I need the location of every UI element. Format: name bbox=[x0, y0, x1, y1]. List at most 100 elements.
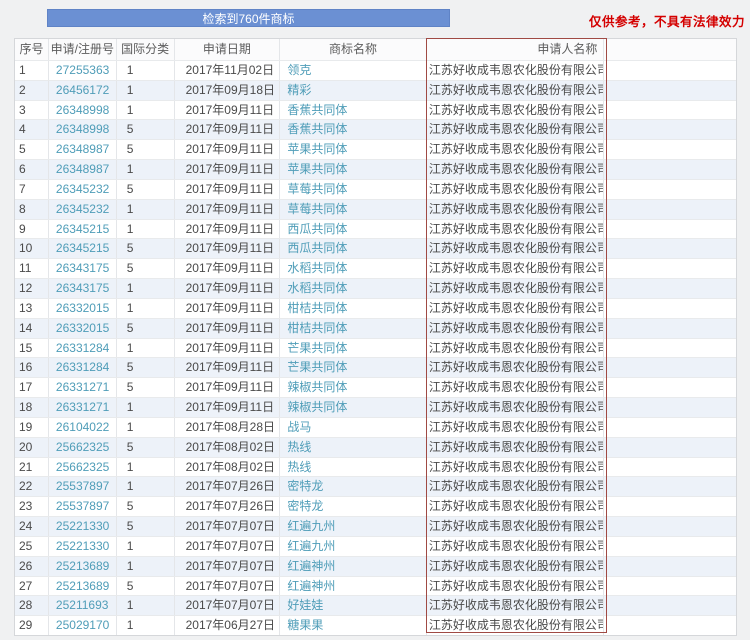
trademark-name-link[interactable]: 西瓜共同体 bbox=[280, 219, 427, 239]
registration-number-link[interactable]: 26343175 bbox=[49, 279, 117, 298]
registration-number-link[interactable]: 26104022 bbox=[49, 417, 117, 437]
registration-number-link[interactable]: 25662325 bbox=[49, 457, 117, 477]
trademark-name-link[interactable]: 柑桔共同体 bbox=[280, 318, 427, 338]
trademark-name-link[interactable]: 红遍九州 bbox=[280, 536, 427, 556]
trademark-name-link[interactable]: 红遍九州 bbox=[280, 517, 427, 536]
empty-cell bbox=[604, 120, 736, 139]
registration-number-link[interactable]: 26345215 bbox=[49, 219, 117, 239]
trademark-name-link[interactable]: 好娃娃 bbox=[280, 596, 427, 616]
registration-number-link[interactable]: 26348998 bbox=[49, 100, 117, 120]
trademark-name-link[interactable]: 红遍神州 bbox=[280, 556, 427, 576]
empty-cell bbox=[604, 61, 736, 80]
empty-cell bbox=[604, 497, 736, 516]
trademark-name-link[interactable]: 辣椒共同体 bbox=[280, 378, 427, 398]
trademark-name-link[interactable]: 糖果果 bbox=[280, 616, 427, 636]
trademark-name-link[interactable]: 精彩 bbox=[280, 80, 427, 100]
trademark-name-link[interactable]: 苹果共同体 bbox=[280, 140, 427, 160]
table-row: 2 26456172 1 2017年09月18日 精彩 江苏好收成韦恩农化股份有限公司 bbox=[15, 79, 736, 100]
registration-number-link[interactable]: 26348998 bbox=[49, 120, 117, 140]
trademark-name-link[interactable]: 热线 bbox=[280, 437, 427, 457]
applicant-cell: 江苏好收成韦恩农化股份有限公司 bbox=[427, 318, 605, 338]
registration-number-link[interactable]: 26348987 bbox=[49, 160, 117, 179]
serial-cell: 16 bbox=[15, 358, 49, 378]
date-cell: 2017年11月02日 bbox=[175, 61, 281, 80]
table-header-row: 序号 申请/注册号 国际分类 申请日期 商标名称 申请人名称 bbox=[15, 39, 736, 60]
serial-cell: 29 bbox=[15, 616, 49, 636]
registration-number-link[interactable]: 25221330 bbox=[49, 517, 117, 536]
date-cell: 2017年09月11日 bbox=[175, 279, 281, 298]
header-registration-number: 申请/注册号 bbox=[49, 39, 117, 60]
registration-number-link[interactable]: 25213689 bbox=[49, 576, 117, 596]
date-cell: 2017年09月11日 bbox=[175, 160, 281, 179]
trademark-name-link[interactable]: 水稻共同体 bbox=[280, 259, 427, 279]
registration-number-link[interactable]: 25211693 bbox=[49, 596, 117, 616]
applicant-cell: 江苏好收成韦恩农化股份有限公司 bbox=[427, 616, 605, 636]
serial-cell: 8 bbox=[15, 199, 49, 219]
registration-number-link[interactable]: 25662325 bbox=[49, 437, 117, 457]
date-cell: 2017年08月02日 bbox=[175, 457, 281, 477]
class-cell: 1 bbox=[117, 457, 175, 477]
date-cell: 2017年07月26日 bbox=[175, 497, 281, 517]
empty-cell bbox=[604, 160, 736, 179]
serial-cell: 22 bbox=[15, 477, 49, 497]
applicant-cell: 江苏好收成韦恩农化股份有限公司 bbox=[427, 517, 605, 536]
registration-number-link[interactable]: 26332015 bbox=[49, 298, 117, 318]
trademark-name-link[interactable]: 香蕉共同体 bbox=[280, 100, 427, 120]
trademark-name-link[interactable]: 芒果共同体 bbox=[280, 338, 427, 358]
registration-number-link[interactable]: 25221330 bbox=[49, 536, 117, 556]
registration-number-link[interactable]: 26331284 bbox=[49, 358, 117, 378]
registration-number-link[interactable]: 27255363 bbox=[49, 61, 117, 80]
empty-cell bbox=[604, 616, 736, 635]
class-cell: 1 bbox=[117, 417, 175, 437]
class-cell: 5 bbox=[117, 140, 175, 160]
class-cell: 5 bbox=[117, 239, 175, 259]
registration-number-link[interactable]: 25029170 bbox=[49, 616, 117, 636]
table-row: 8 26345232 1 2017年09月11日 草莓共同体 江苏好收成韦恩农化股份有限公… bbox=[15, 198, 736, 219]
empty-cell bbox=[604, 279, 736, 298]
trademark-name-link[interactable]: 领克 bbox=[280, 61, 427, 80]
registration-number-link[interactable]: 25537897 bbox=[49, 497, 117, 517]
date-cell: 2017年09月11日 bbox=[175, 140, 281, 160]
serial-cell: 18 bbox=[15, 398, 49, 417]
trademark-name-link[interactable]: 热线 bbox=[280, 457, 427, 477]
empty-cell bbox=[604, 180, 736, 199]
trademark-name-link[interactable]: 草莓共同体 bbox=[280, 199, 427, 219]
trademark-name-link[interactable]: 苹果共同体 bbox=[280, 160, 427, 179]
serial-cell: 25 bbox=[15, 536, 49, 556]
registration-number-link[interactable]: 26343175 bbox=[49, 259, 117, 279]
trademark-name-link[interactable]: 战马 bbox=[280, 417, 427, 437]
applicant-cell: 江苏好收成韦恩农化股份有限公司 bbox=[427, 556, 605, 576]
trademark-name-link[interactable]: 草莓共同体 bbox=[280, 179, 427, 199]
registration-number-link[interactable]: 26345232 bbox=[49, 199, 117, 219]
empty-cell bbox=[604, 477, 736, 496]
trademark-name-link[interactable]: 芒果共同体 bbox=[280, 358, 427, 378]
registration-number-link[interactable]: 26348987 bbox=[49, 140, 117, 160]
serial-cell: 19 bbox=[15, 417, 49, 437]
trademark-name-link[interactable]: 辣椒共同体 bbox=[280, 398, 427, 417]
registration-number-link[interactable]: 26331271 bbox=[49, 398, 117, 417]
trademark-name-link[interactable]: 西瓜共同体 bbox=[280, 239, 427, 259]
serial-cell: 1 bbox=[15, 61, 49, 80]
registration-number-link[interactable]: 26332015 bbox=[49, 318, 117, 338]
trademark-name-link[interactable]: 柑桔共同体 bbox=[280, 298, 427, 318]
applicant-cell: 江苏好收成韦恩农化股份有限公司 bbox=[427, 80, 605, 100]
registration-number-link[interactable]: 26345215 bbox=[49, 239, 117, 259]
date-cell: 2017年09月11日 bbox=[175, 318, 281, 338]
trademark-name-link[interactable]: 水稻共同体 bbox=[280, 279, 427, 298]
serial-cell: 2 bbox=[15, 80, 49, 100]
registration-number-link[interactable]: 26345232 bbox=[49, 179, 117, 199]
result-count-banner[interactable]: 检索到760件商标 bbox=[47, 9, 450, 27]
empty-cell bbox=[604, 438, 736, 457]
class-cell: 1 bbox=[117, 80, 175, 100]
registration-number-link[interactable]: 25213689 bbox=[49, 556, 117, 576]
registration-number-link[interactable]: 25537897 bbox=[49, 477, 117, 497]
class-cell: 5 bbox=[117, 179, 175, 199]
registration-number-link[interactable]: 26331271 bbox=[49, 378, 117, 398]
registration-number-link[interactable]: 26456172 bbox=[49, 80, 117, 100]
trademark-name-link[interactable]: 红遍神州 bbox=[280, 576, 427, 596]
serial-cell: 11 bbox=[15, 259, 49, 279]
registration-number-link[interactable]: 26331284 bbox=[49, 338, 117, 358]
trademark-name-link[interactable]: 密特龙 bbox=[280, 497, 427, 517]
trademark-name-link[interactable]: 密特龙 bbox=[280, 477, 427, 497]
trademark-name-link[interactable]: 香蕉共同体 bbox=[280, 120, 427, 140]
